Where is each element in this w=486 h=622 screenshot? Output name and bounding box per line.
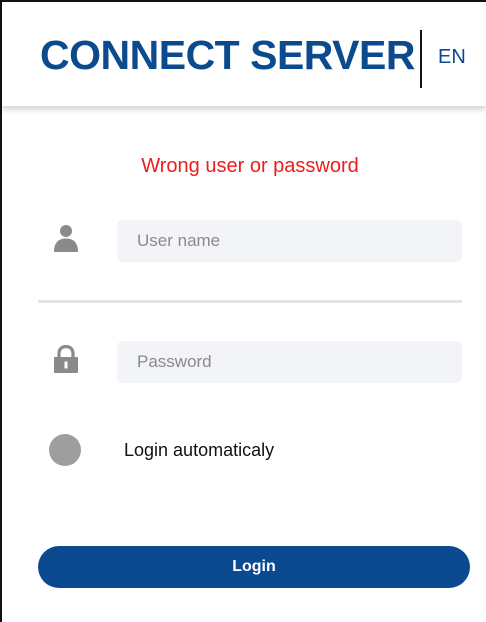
- header-bar: CONNECT SERVER EN: [2, 2, 486, 106]
- error-message: Wrong user or password: [141, 155, 359, 177]
- language-selector[interactable]: EN: [438, 46, 466, 69]
- field-separator: [38, 300, 462, 303]
- password-input[interactable]: [117, 341, 462, 383]
- login-page: CONNECT SERVER EN Wrong user or password…: [0, 0, 486, 622]
- lock-icon: [51, 344, 81, 374]
- auto-login-toggle[interactable]: [49, 434, 81, 466]
- auto-login-label: Login automaticaly: [124, 440, 275, 460]
- app-title: CONNECT SERVER: [40, 32, 415, 78]
- header-divider: [420, 30, 422, 88]
- login-button[interactable]: Login: [38, 546, 470, 588]
- user-icon: [51, 222, 81, 252]
- username-input[interactable]: [117, 220, 462, 262]
